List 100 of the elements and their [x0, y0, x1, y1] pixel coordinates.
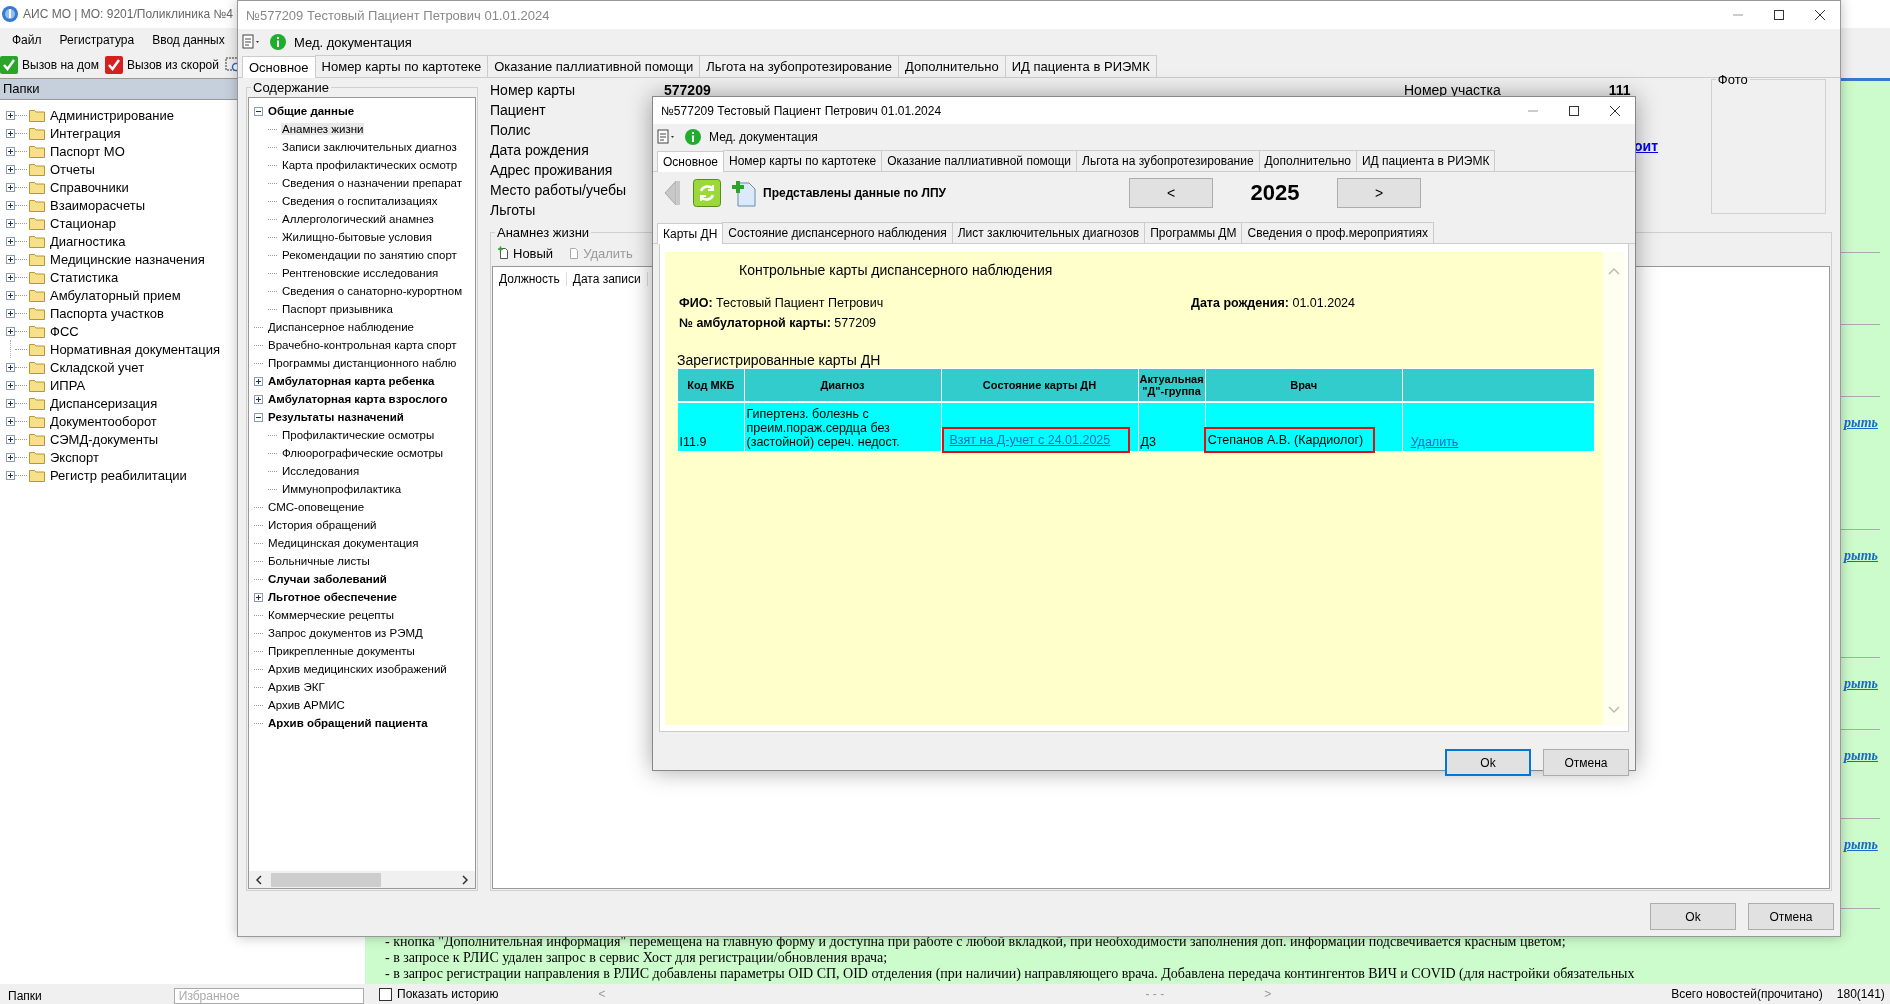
- tree-item[interactable]: Случаи заболеваний: [267, 573, 388, 585]
- folder-item[interactable]: Медицинские назначения: [50, 251, 205, 267]
- tree-item[interactable]: Диспансерное наблюдение: [267, 321, 415, 333]
- tab[interactable]: Папки: [4, 988, 46, 1004]
- tab[interactable]: Оказание паллиативной помощи: [881, 150, 1078, 171]
- folder-item[interactable]: Экспорт: [50, 449, 99, 465]
- dialog-button[interactable]: Отмена: [1543, 749, 1629, 776]
- expand-icon[interactable]: [6, 218, 15, 228]
- expand-icon[interactable]: [6, 380, 15, 390]
- tree-item[interactable]: Амбулаторная карта ребенка: [267, 375, 436, 387]
- tab[interactable]: Номер карты по картотеке: [314, 55, 489, 77]
- column-header[interactable]: Должность: [493, 272, 567, 286]
- folder-item[interactable]: Справочники: [50, 179, 129, 195]
- tree-item[interactable]: Сведения о назначении препарат: [281, 177, 463, 189]
- scroll-left-icon[interactable]: [255, 874, 263, 885]
- expand-icon[interactable]: [254, 394, 263, 404]
- expand-icon[interactable]: [6, 272, 15, 282]
- link[interactable]: Взят на Д-учет с 24.01.2025: [941, 427, 1130, 453]
- close-icon[interactable]: [1814, 9, 1826, 21]
- horizontal-scrollbar[interactable]: [249, 871, 475, 888]
- tree-item[interactable]: Архив ЭКГ: [267, 681, 326, 693]
- tree-item[interactable]: Архив медицинских изображений: [267, 663, 448, 675]
- folder-item[interactable]: Отчеты: [50, 161, 95, 177]
- folder-item[interactable]: Стационар: [50, 215, 116, 231]
- folder-item[interactable]: Взаиморасчеты: [50, 197, 145, 213]
- tree-item[interactable]: Больничные листы: [267, 555, 371, 567]
- tree-item[interactable]: Рентгеновские исследования: [281, 267, 440, 279]
- tree-item[interactable]: Иммунопрофилактика: [281, 483, 403, 495]
- tab[interactable]: Сведения о проф.мероприятиях: [1241, 222, 1435, 243]
- news-link[interactable]: рыть: [1844, 837, 1878, 853]
- collapse-icon[interactable]: [254, 412, 263, 422]
- news-link[interactable]: рыть: [1844, 676, 1878, 692]
- expand-icon[interactable]: [6, 308, 15, 318]
- folder-item[interactable]: Интеграция: [50, 125, 121, 141]
- column-header[interactable]: Дата записи: [566, 272, 648, 286]
- maximize-icon[interactable]: [1773, 9, 1785, 21]
- tree-item[interactable]: СМС-оповещение: [267, 501, 366, 513]
- folder-item[interactable]: Амбулаторный прием: [50, 287, 181, 303]
- folder-item[interactable]: Нормативная документация: [50, 341, 221, 357]
- news-link[interactable]: рыть: [1844, 748, 1878, 764]
- next-year-button[interactable]: >: [1337, 178, 1421, 208]
- folder-item[interactable]: Диспансеризация: [50, 395, 158, 411]
- folder-item[interactable]: ФСС: [50, 323, 79, 339]
- folder-item[interactable]: Документооборот: [50, 413, 157, 429]
- refresh-icon[interactable]: [693, 179, 721, 207]
- info-icon[interactable]: [270, 34, 286, 50]
- tab[interactable]: Карты ДН: [657, 223, 724, 244]
- expand-icon[interactable]: [6, 182, 15, 192]
- tab[interactable]: Льгота на зубопротезирование: [699, 55, 900, 77]
- tab[interactable]: ИД пациента в РИЭМК: [1004, 55, 1157, 77]
- tab[interactable]: Дополнительно: [898, 55, 1006, 77]
- folder-item[interactable]: ИПРА: [50, 377, 86, 393]
- tree-item[interactable]: Сведения о санаторно-курортном: [281, 285, 464, 297]
- folder-item[interactable]: Складской учет: [50, 359, 145, 375]
- expand-icon[interactable]: [6, 146, 15, 156]
- add-document-icon[interactable]: [731, 179, 757, 207]
- previous-year-button[interactable]: <: [1129, 178, 1213, 208]
- tab[interactable]: Номер карты по картотеке: [723, 150, 883, 171]
- folder-item[interactable]: Администрирование: [50, 107, 174, 123]
- tab[interactable]: ИД пациента в РИЭМК: [1355, 150, 1496, 171]
- expand-icon[interactable]: [6, 254, 15, 264]
- expand-icon[interactable]: [6, 236, 15, 246]
- dialog-button[interactable]: Отмена: [1748, 903, 1834, 930]
- dialog-button[interactable]: Ok: [1445, 749, 1531, 776]
- tree-item[interactable]: Архив АРМИС: [267, 699, 346, 711]
- maximize-icon[interactable]: [1568, 104, 1580, 117]
- tree-item[interactable]: Записи заключительных диагноз: [281, 141, 458, 153]
- tree-item[interactable]: Коммерческие рецепты: [267, 609, 396, 621]
- tree-item[interactable]: История обращений: [267, 519, 378, 531]
- expand-icon[interactable]: [6, 326, 15, 336]
- folder-item[interactable]: СЭМД-документы: [50, 431, 159, 447]
- tree-item[interactable]: Сведения о госпитализациях: [281, 195, 439, 207]
- scroll-right-icon[interactable]: [461, 874, 469, 885]
- expand-icon[interactable]: [6, 398, 15, 408]
- tab[interactable]: Лист заключительных диагнозов: [951, 222, 1146, 243]
- tree-item[interactable]: Флюорографические осмотры: [281, 447, 445, 459]
- news-link[interactable]: рыть: [1844, 415, 1878, 431]
- tree-item[interactable]: Аллергологический анамнез: [281, 213, 435, 225]
- tree-item[interactable]: Результаты назначений: [267, 411, 405, 423]
- tree-item[interactable]: Профилактические осмотры: [281, 429, 436, 441]
- folder-item[interactable]: Регистр реабилитации: [50, 467, 187, 483]
- tree-item[interactable]: Исследования: [281, 465, 361, 477]
- tab[interactable]: Программы ДМ: [1144, 222, 1243, 243]
- tree-item[interactable]: Архив обращений пациента: [267, 717, 429, 729]
- expand-icon[interactable]: [6, 452, 15, 462]
- info-icon[interactable]: [685, 129, 701, 145]
- document-menu-button[interactable]: [242, 34, 262, 50]
- tree-item[interactable]: Жилищно-бытовые условия: [281, 231, 433, 243]
- tree-item[interactable]: Паспорт призывника: [281, 303, 394, 315]
- expand-icon[interactable]: [6, 200, 15, 210]
- expand-icon[interactable]: [6, 164, 15, 174]
- menu-item[interactable]: Ввод данных: [152, 33, 225, 47]
- tree-item[interactable]: Карта профилактических осмотр: [281, 159, 459, 171]
- tab[interactable]: Дополнительно: [1258, 150, 1357, 171]
- tab[interactable]: Оказание паллиативной помощи: [487, 55, 701, 77]
- collapse-icon[interactable]: [254, 106, 263, 116]
- tree-item[interactable]: Врачебно-контрольная карта спорт: [267, 339, 458, 351]
- tree-item[interactable]: Льготное обеспечение: [267, 591, 398, 603]
- expand-icon[interactable]: [6, 362, 15, 372]
- favorites-field[interactable]: Избранное: [173, 988, 364, 1004]
